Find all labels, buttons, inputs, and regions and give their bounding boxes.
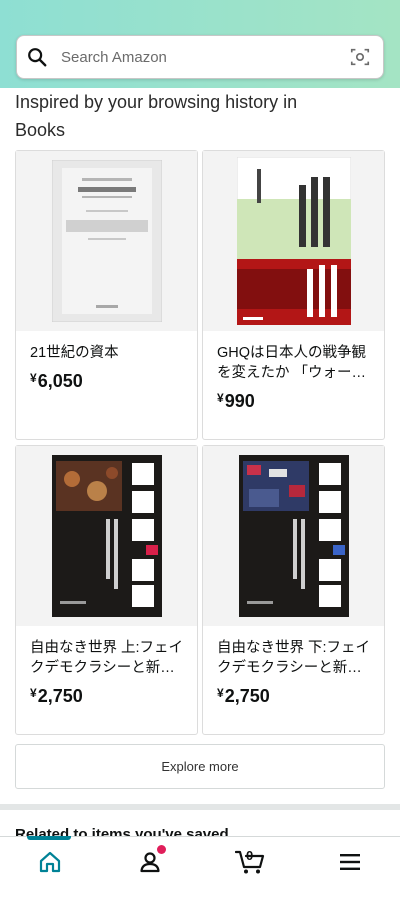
app-header [0, 0, 400, 88]
product-price: ¥2,750 [30, 686, 83, 706]
nav-active-indicator [27, 836, 71, 840]
product-price: ¥2,750 [217, 686, 270, 706]
product-title[interactable]: GHQは日本人の戦争観を変えたか 「ウォー・ギ… [217, 343, 372, 383]
book-cover-capital [51, 160, 162, 322]
nav-account[interactable] [100, 837, 200, 886]
nav-cart[interactable]: 0 [200, 837, 300, 886]
product-image[interactable] [203, 446, 384, 626]
system-bar [0, 886, 400, 901]
product-card[interactable]: 自由なき世界 下:フェイクデモクラシーと新たなフ… ¥2,750 [202, 445, 385, 735]
search-bar[interactable] [16, 35, 384, 79]
product-price: ¥6,050 [30, 371, 83, 391]
explore-more-button[interactable]: Explore more [15, 744, 385, 789]
product-title[interactable]: 自由なき世界 上:フェイクデモクラシーと新たなフ… [30, 638, 185, 678]
product-card[interactable]: 21世紀の資本 ¥6,050 [15, 150, 198, 440]
search-icon[interactable] [26, 46, 48, 68]
search-input[interactable] [48, 36, 349, 78]
home-icon [39, 851, 61, 872]
product-title[interactable]: 21世紀の資本 [30, 343, 185, 363]
related-section-title: Related to items you've saved [15, 826, 229, 836]
section-title: Inspired by your browsing history in Boo… [15, 92, 298, 140]
product-price: ¥990 [217, 391, 255, 411]
product-image[interactable] [16, 151, 197, 331]
product-image[interactable] [16, 446, 197, 626]
section-divider [0, 804, 400, 810]
menu-icon [340, 853, 360, 870]
product-title[interactable]: 自由なき世界 下:フェイクデモクラシーと新たなフ… [217, 638, 372, 678]
book-cover-ghq [236, 157, 351, 325]
notification-dot [157, 845, 166, 854]
cart-count: 0 [246, 848, 254, 863]
book-cover-freedom-2 [238, 455, 349, 617]
nav-home[interactable] [0, 836, 100, 886]
camera-icon[interactable] [349, 46, 371, 68]
product-card[interactable]: GHQは日本人の戦争観を変えたか 「ウォー・ギ… ¥990 [202, 150, 385, 440]
bottom-nav: 0 [0, 836, 400, 886]
nav-menu[interactable] [300, 837, 400, 886]
book-cover-freedom-1 [51, 455, 162, 617]
product-image[interactable] [203, 151, 384, 331]
product-card[interactable]: 自由なき世界 上:フェイクデモクラシーと新たなフ… ¥2,750 [15, 445, 198, 735]
